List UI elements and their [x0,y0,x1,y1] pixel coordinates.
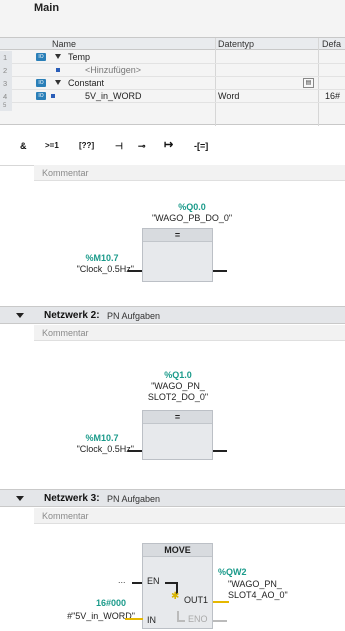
network-2-comment[interactable]: Kommentar [34,325,345,341]
dropdown-button-icon[interactable]: ▤ [303,78,314,88]
assignment-box[interactable]: = [142,228,213,282]
network-3-rung: MOVE ... EN ✱ OUT1 ENO %QW2 "WAGO_PN_ SL… [0,525,345,631]
row-number: 3 [0,77,12,90]
row-number: 5 [0,103,12,111]
output-address[interactable]: %QW2 [218,567,258,577]
network-title: Netzwerk 2: [44,310,100,321]
output-symbol[interactable]: "WAGO_PB_DO_0" [122,213,262,223]
input-symbol[interactable]: #"5V_in_WORD" [40,611,135,621]
empty-box-button[interactable]: [??] [79,141,94,150]
or-box-button[interactable]: >=1 [45,141,59,150]
pin-en: EN [147,576,160,586]
assignment-button[interactable]: ↦ [164,138,173,151]
row-number: 1 [0,51,12,64]
expand-triangle-icon[interactable] [55,54,61,59]
interface-section-icon: IO [36,92,46,100]
table-row[interactable]: 4 IO 5V_in_WORD Word 16# [0,90,345,103]
new-output-star-icon: ✱ [171,591,180,602]
collapse-arrow-icon[interactable] [16,496,24,501]
table-row[interactable]: 1 IO Temp [0,51,345,64]
output-symbol-line-1[interactable]: "WAGO_PN_ [128,381,228,391]
ladder-toolbar: & >=1 [??] ⊣ ⊸ ↦ -[=] [0,126,345,166]
en-input-placeholder[interactable]: ... [118,575,126,585]
row-number: 4 [0,90,12,103]
open-branch-button[interactable]: ⊣ [115,141,123,152]
variable-icon [51,94,55,98]
variable-icon [56,68,60,72]
interface-title: Main [34,2,60,14]
network-3-header[interactable]: Netzwerk 3: PN Aufgaben [0,489,345,507]
and-box-button[interactable]: & [20,141,27,151]
move-block-title: MOVE [143,544,212,557]
table-row[interactable]: 3 IO Constant ▤ [0,77,345,90]
network-1-comment[interactable]: Kommentar [34,165,345,181]
network-subtitle[interactable]: PN Aufgaben [107,311,160,321]
output-symbol-line-2[interactable]: SLOT2_DO_0" [128,392,228,402]
output-address[interactable]: %Q0.0 [162,202,222,212]
negation-button[interactable]: ⊸ [138,141,146,152]
column-header-datatype[interactable]: Datentyp [218,39,254,49]
input-symbol[interactable]: "Clock_0.5Hz" [54,444,134,454]
pin-out1: OUT1 [184,595,209,605]
interface-section-icon: IO [36,79,46,87]
input-symbol[interactable]: "Clock_0.5Hz" [54,264,134,274]
row-name: Constant [68,78,105,88]
table-row: 5 [0,103,345,111]
collapse-arrow-icon[interactable] [16,313,24,318]
assignment-box[interactable]: = [142,410,213,460]
pin-in: IN [147,615,156,625]
assignment-operator: = [143,411,212,424]
output-address[interactable]: %Q1.0 [148,370,208,380]
table-header: Name Datentyp Defa [0,37,345,50]
output-symbol-line-1[interactable]: "WAGO_PN_ [228,579,328,589]
input-address[interactable]: %M10.7 [72,433,132,443]
column-header-default[interactable]: Defa [322,39,341,49]
pin-eno: ENO [188,614,208,624]
network-2-header[interactable]: Netzwerk 2: PN Aufgaben [0,306,345,324]
output-symbol-line-2[interactable]: SLOT4_AO_0" [228,590,328,600]
network-1-rung: %Q0.0 "WAGO_PB_DO_0" = %M10.7 "Clock_0.5… [0,182,345,282]
coil-button[interactable]: -[=] [194,141,208,151]
network-2-rung: %Q1.0 "WAGO_PN_ SLOT2_DO_0" = %M10.7 "Cl… [0,342,345,467]
row-name: Temp [68,52,91,62]
row-default[interactable]: 16# [325,91,340,101]
network-title: Netzwerk 3: [44,493,100,504]
add-new-entry[interactable]: <Hinzufügen> [85,65,141,75]
block-interface: Main Name Datentyp Defa 1 IO Temp 2 <Hin… [0,0,345,126]
input-constant[interactable]: 16#000 [96,598,126,608]
expand-triangle-icon[interactable] [55,80,61,85]
interface-section-icon: IO [36,53,46,61]
column-header-name[interactable]: Name [52,39,76,49]
row-name[interactable]: 5V_in_WORD [85,91,142,101]
network-subtitle[interactable]: PN Aufgaben [107,494,160,504]
row-datatype[interactable]: Word [218,91,239,101]
assignment-operator: = [143,229,212,242]
row-number: 2 [0,64,12,77]
network-3-comment[interactable]: Kommentar [34,508,345,524]
input-address[interactable]: %M10.7 [72,253,132,263]
table-row[interactable]: 2 <Hinzufügen> [0,64,345,77]
